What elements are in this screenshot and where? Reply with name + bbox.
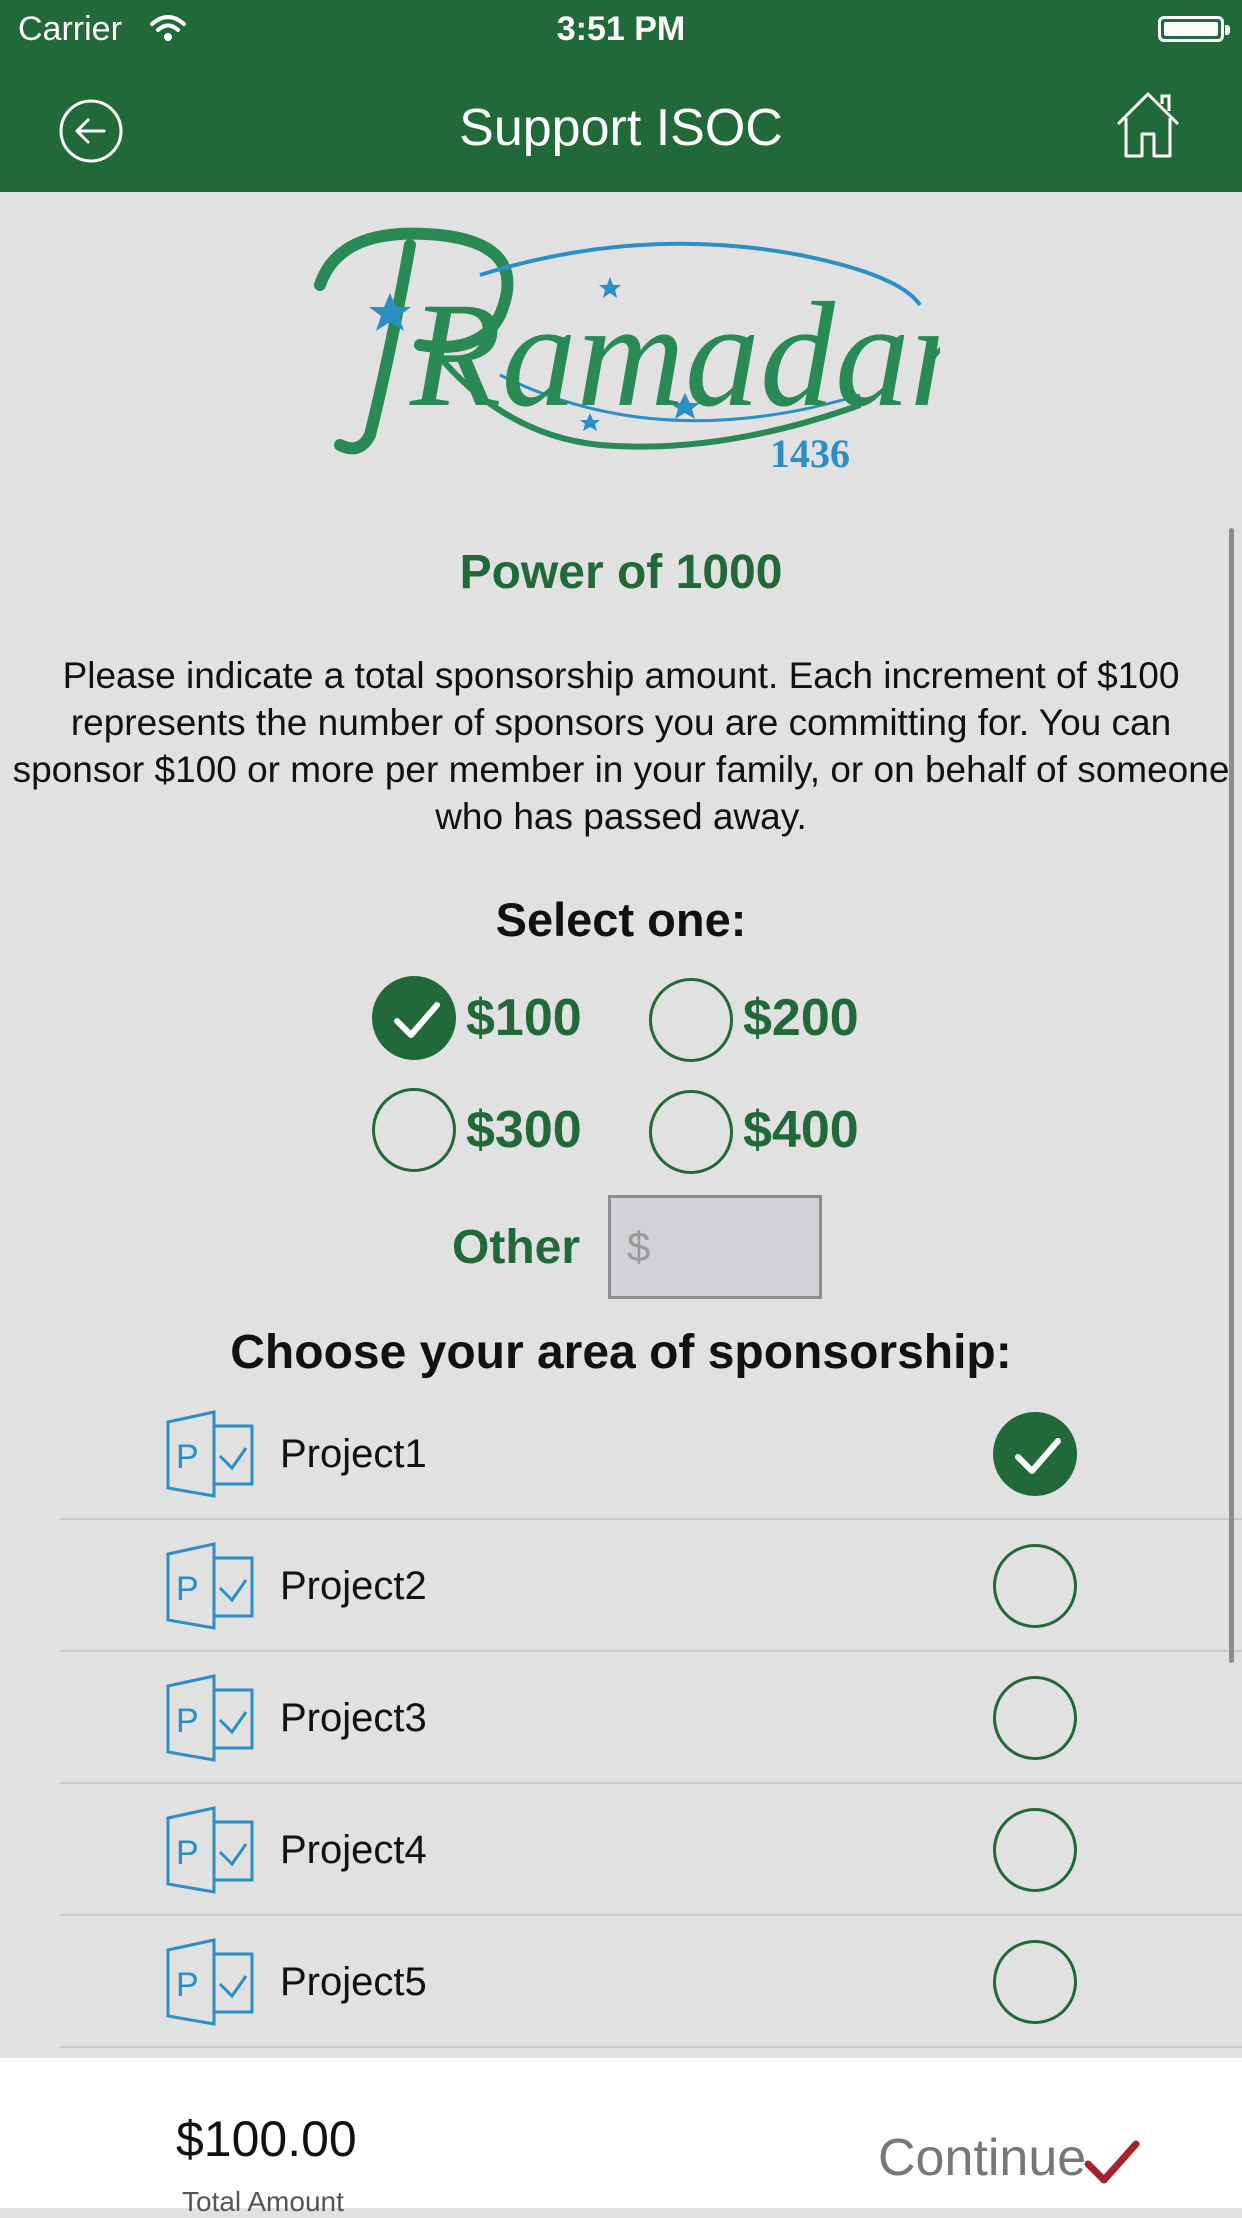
status-time: 3:51 PM	[556, 10, 686, 48]
other-amount-label: Other	[452, 1221, 581, 1274]
project-radio[interactable]	[993, 1412, 1077, 1496]
project-row[interactable]: P Project5	[60, 1916, 1242, 2048]
amount-label-400[interactable]: $400	[743, 1100, 859, 1160]
project-file-icon: P	[166, 1938, 254, 2026]
svg-text:P: P	[176, 1834, 199, 1872]
amount-label-100[interactable]: $100	[466, 988, 582, 1048]
other-amount-input[interactable]: $	[608, 1195, 822, 1299]
home-icon	[1116, 92, 1180, 158]
svg-text:P: P	[176, 1570, 199, 1608]
svg-text:P: P	[176, 1438, 199, 1476]
continue-label: Continue	[878, 2129, 1087, 2187]
project-name: Project3	[280, 1696, 427, 1740]
bottom-bar: $100.00 Total Amount Continue	[0, 2058, 1242, 2217]
project-file-icon: P	[166, 1806, 254, 1894]
choose-area-label: Choose your area of sponsorship:	[230, 1326, 1012, 1379]
select-one-label: Select one:	[495, 893, 747, 946]
logo-year: 1436	[770, 431, 850, 476]
amount-label-300[interactable]: $300	[466, 1100, 582, 1160]
radio-amount-200[interactable]	[649, 978, 733, 1062]
project-row[interactable]: P Project3	[60, 1652, 1242, 1784]
project-file-icon: P	[166, 1410, 254, 1498]
checkmark-icon	[1084, 2140, 1140, 2184]
project-name: Project1	[280, 1432, 427, 1476]
scrollbar[interactable]	[1229, 528, 1234, 1663]
svg-text:P: P	[176, 1702, 199, 1740]
nav-bar: Support ISOC	[0, 62, 1242, 192]
ramadan-logo: Ramadan 1436	[314, 227, 940, 476]
page-title: Support ISOC	[459, 99, 783, 157]
project-radio[interactable]	[993, 1808, 1077, 1892]
checkmark-icon	[1015, 1438, 1061, 1474]
continue-button[interactable]: Continue	[878, 2128, 1148, 2194]
total-amount-value: $100.00	[176, 2111, 357, 2167]
project-name: Project4	[280, 1828, 427, 1872]
checkmark-icon	[394, 1002, 440, 1038]
project-radio[interactable]	[993, 1940, 1077, 2024]
svg-text:P: P	[176, 1966, 199, 2004]
project-name: Project5	[280, 1960, 427, 2004]
total-amount-label: Total Amount	[182, 2186, 344, 2217]
logo-text: Ramadan	[409, 272, 940, 438]
radio-amount-400[interactable]	[649, 1090, 733, 1174]
radio-amount-300[interactable]	[372, 1088, 456, 1172]
section-heading: Power of 1000	[459, 546, 783, 599]
project-radio[interactable]	[993, 1544, 1077, 1628]
project-row[interactable]: P Project4	[60, 1784, 1242, 1916]
battery-icon	[1158, 16, 1230, 42]
project-file-icon: P	[166, 1542, 254, 1630]
amount-label-200[interactable]: $200	[743, 988, 859, 1048]
project-row[interactable]: P Project1	[60, 1388, 1242, 1520]
intro-text: Please indicate a total sponsorship amou…	[12, 655, 1230, 837]
radio-amount-100[interactable]	[372, 976, 456, 1060]
status-bar: Carrier 3:51 PM	[0, 0, 1242, 62]
home-button[interactable]	[1112, 88, 1184, 160]
project-file-icon: P	[166, 1674, 254, 1762]
project-name: Project2	[280, 1564, 427, 1608]
project-row[interactable]: P Project2	[60, 1520, 1242, 1652]
project-radio[interactable]	[993, 1676, 1077, 1760]
